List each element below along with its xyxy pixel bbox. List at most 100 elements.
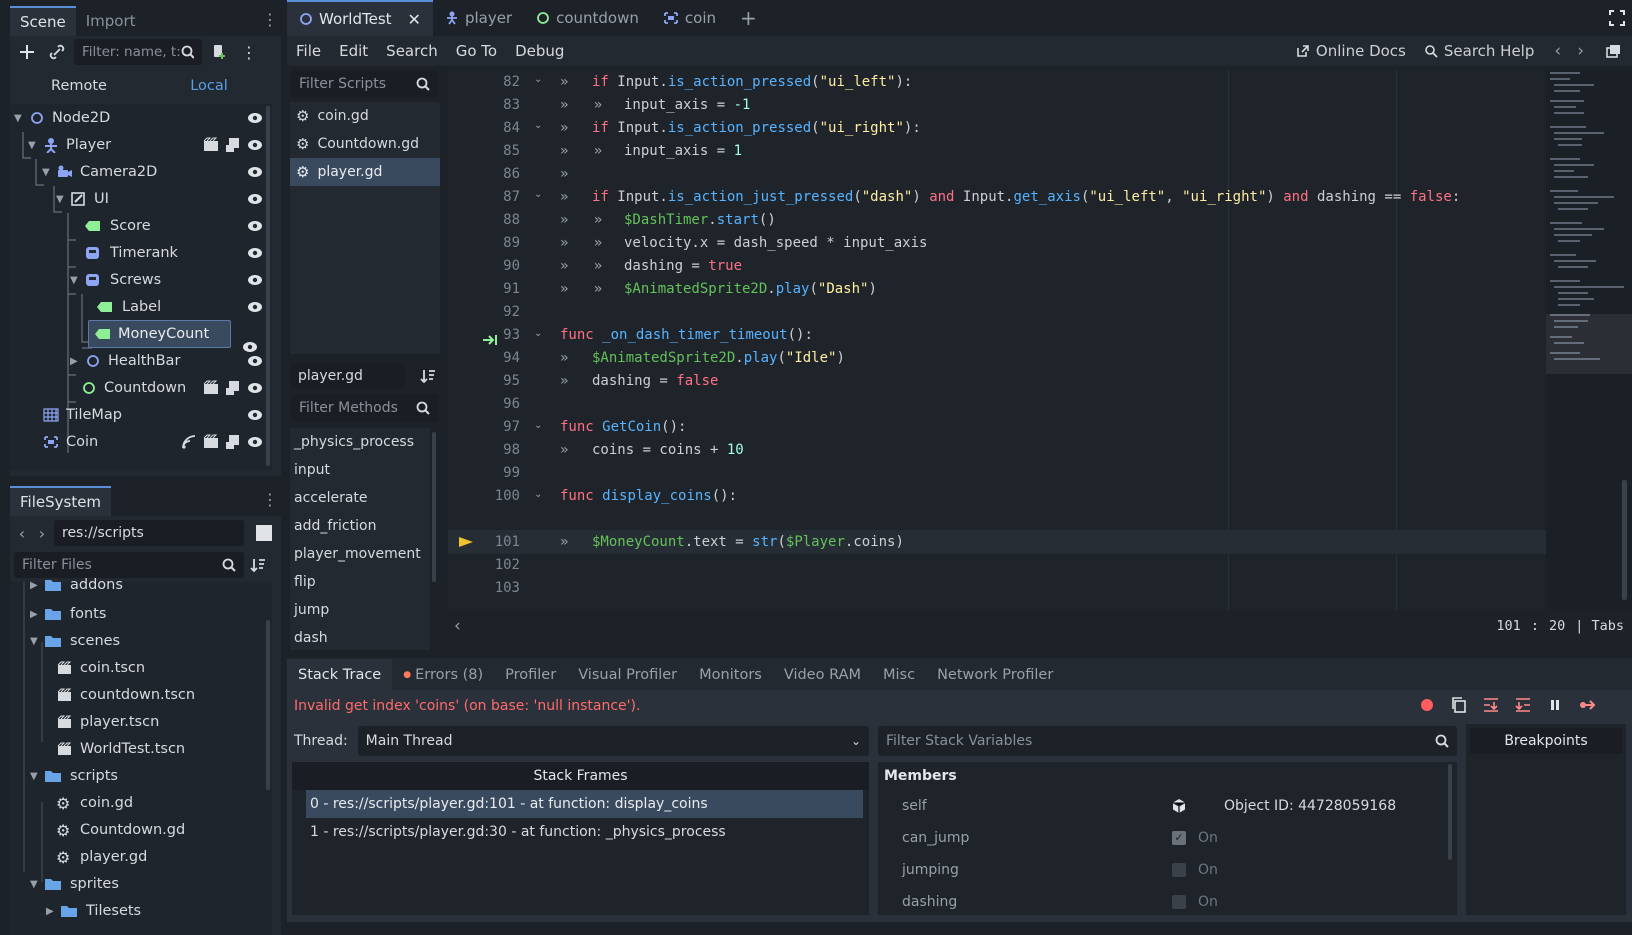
- editor-scrollbar[interactable]: [1622, 480, 1627, 600]
- tree-node-coin[interactable]: Coin: [14, 428, 267, 456]
- scene-instance-icon[interactable]: [203, 380, 219, 396]
- method-item[interactable]: add_friction: [290, 512, 430, 540]
- script-icon[interactable]: [225, 137, 241, 153]
- method-item[interactable]: jump: [290, 596, 430, 624]
- remote-button[interactable]: Remote: [14, 78, 144, 94]
- tab-network-profiler[interactable]: Network Profiler: [926, 659, 1064, 691]
- file-coin-tscn[interactable]: coin.tscn: [14, 654, 267, 682]
- local-button[interactable]: Local: [144, 78, 274, 94]
- visibility-eye-icon[interactable]: [245, 108, 265, 128]
- tree-node-score[interactable]: Score: [14, 212, 267, 240]
- script-item-countdown[interactable]: ⚙ Countdown.gd: [290, 130, 440, 158]
- link-icon[interactable]: [44, 39, 70, 65]
- filter-scripts-input[interactable]: Filter Scripts: [291, 70, 438, 98]
- step-into-icon[interactable]: [1482, 696, 1500, 714]
- minimap[interactable]: [1546, 70, 1632, 610]
- stack-frame-selected[interactable]: 0 - res://scripts/player.gd:101 - at fun…: [306, 790, 863, 818]
- scene-tree-scrollbar[interactable]: [266, 106, 270, 466]
- method-item[interactable]: dash: [290, 624, 430, 650]
- filter-methods-input[interactable]: Filter Methods: [291, 394, 438, 422]
- tree-node-node2d[interactable]: ▼ Node2D: [14, 104, 267, 132]
- visibility-eye-icon[interactable]: [245, 405, 265, 425]
- menu-debug[interactable]: Debug: [506, 42, 573, 60]
- code-editor[interactable]: ⌄ ⌄ ⌄ ⌄ ⌄ ⌄ 82 » if Input. is_action_pres…: [448, 70, 1632, 610]
- filesystem-scrollbar[interactable]: [266, 620, 270, 790]
- file-player-gd[interactable]: ⚙ player.gd: [14, 843, 267, 871]
- tab-misc[interactable]: Misc: [872, 659, 926, 691]
- visibility-eye-icon[interactable]: [245, 189, 265, 209]
- tab-filesystem[interactable]: FileSystem: [10, 486, 112, 516]
- file-countdown-tscn[interactable]: countdown.tscn: [14, 681, 267, 709]
- file-folder-addons[interactable]: ▶ addons: [14, 573, 267, 597]
- stack-vars-scrollbar[interactable]: [1448, 764, 1452, 860]
- visibility-eye-icon[interactable]: [245, 351, 265, 371]
- tree-node-label[interactable]: Label: [14, 293, 267, 321]
- sort-icon[interactable]: [250, 557, 266, 573]
- method-item[interactable]: input: [290, 456, 430, 484]
- script-icon[interactable]: [225, 380, 241, 396]
- menu-file[interactable]: File: [287, 42, 330, 60]
- tree-node-player[interactable]: ▼ Player: [14, 131, 267, 159]
- tree-node-healthbar[interactable]: ▶ HealthBar: [14, 347, 267, 375]
- thread-select[interactable]: Main Thread ⌄: [357, 726, 869, 756]
- tab-import[interactable]: Import: [76, 6, 146, 36]
- break-icon[interactable]: [1546, 696, 1564, 714]
- method-item[interactable]: player_movement: [290, 540, 430, 568]
- script-item-player-selected[interactable]: ⚙ player.gd: [290, 158, 440, 186]
- file-worldtest-tscn[interactable]: WorldTest.tscn: [14, 735, 267, 763]
- sort-icon[interactable]: [420, 368, 436, 384]
- stack-frame[interactable]: 1 - res://scripts/player.gd:30 - at func…: [306, 818, 863, 846]
- copy-icon[interactable]: [1450, 696, 1468, 714]
- make-floating-icon[interactable]: [1606, 44, 1622, 58]
- indent-mode[interactable]: | Tabs: [1575, 618, 1624, 634]
- filter-stack-vars-input[interactable]: Filter Stack Variables: [878, 726, 1457, 756]
- file-folder-scenes[interactable]: ▼ scenes: [14, 627, 267, 655]
- file-folder-scripts[interactable]: ▼ scripts: [14, 762, 267, 790]
- script-icon[interactable]: [225, 434, 241, 450]
- record-icon[interactable]: [1418, 696, 1436, 714]
- method-item[interactable]: _physics_process: [290, 428, 430, 456]
- scene-filter-input[interactable]: Filter: name, t:t: [74, 39, 202, 65]
- attach-script-icon[interactable]: [206, 39, 232, 65]
- back-icon[interactable]: ‹: [14, 524, 30, 543]
- visibility-eye-icon[interactable]: [245, 270, 265, 290]
- split-view-icon[interactable]: [256, 525, 272, 541]
- step-over-icon[interactable]: [1514, 696, 1532, 714]
- tab-visual-profiler[interactable]: Visual Profiler: [567, 659, 688, 691]
- close-icon[interactable]: ✕: [408, 10, 421, 29]
- continue-icon[interactable]: [1578, 696, 1596, 714]
- method-item[interactable]: flip: [290, 568, 430, 596]
- add-node-icon[interactable]: [14, 39, 40, 65]
- tab-stack-trace[interactable]: Stack Trace: [287, 659, 393, 691]
- distraction-free-icon[interactable]: [1608, 9, 1626, 27]
- file-coin-gd[interactable]: ⚙ coin.gd: [14, 789, 267, 817]
- file-folder-sprites[interactable]: ▼ sprites: [14, 870, 267, 898]
- tab-errors[interactable]: ● Errors (8): [392, 659, 494, 691]
- visibility-eye-icon[interactable]: [245, 243, 265, 263]
- history-back-icon[interactable]: ‹: [1554, 41, 1561, 61]
- methods-scrollbar[interactable]: [432, 432, 436, 582]
- signal-icon[interactable]: [181, 434, 197, 450]
- toggle-scripts-panel-icon[interactable]: ‹: [454, 616, 461, 636]
- menu-goto[interactable]: Go To: [447, 42, 506, 60]
- tree-node-screws[interactable]: ▼ Screws: [14, 266, 267, 294]
- tree-node-camera2d[interactable]: ▼ Camera2D: [14, 158, 267, 186]
- tab-video-ram[interactable]: Video RAM: [773, 659, 872, 691]
- tree-node-countdown[interactable]: Countdown: [14, 374, 267, 402]
- tree-node-timerank[interactable]: Timerank: [14, 239, 267, 267]
- path-field[interactable]: res://scripts: [54, 520, 244, 546]
- visibility-eye-icon[interactable]: [245, 162, 265, 182]
- forward-icon[interactable]: ›: [34, 524, 50, 543]
- tab-monitors[interactable]: Monitors: [688, 659, 773, 691]
- visibility-eye-icon[interactable]: [245, 216, 265, 236]
- visibility-eye-icon[interactable]: [245, 135, 265, 155]
- file-player-tscn[interactable]: player.tscn: [14, 708, 267, 736]
- scene-tab-worldtest[interactable]: WorldTest ✕: [287, 0, 433, 36]
- history-forward-icon[interactable]: ›: [1577, 41, 1584, 61]
- online-docs-button[interactable]: Online Docs: [1316, 42, 1406, 60]
- script-item-coin[interactable]: ⚙ coin.gd: [290, 102, 440, 130]
- scene-tab-coin[interactable]: coin: [651, 0, 728, 36]
- method-item[interactable]: accelerate: [290, 484, 430, 512]
- file-countdown-gd[interactable]: ⚙ Countdown.gd: [14, 816, 267, 844]
- visibility-eye-icon[interactable]: [245, 432, 265, 452]
